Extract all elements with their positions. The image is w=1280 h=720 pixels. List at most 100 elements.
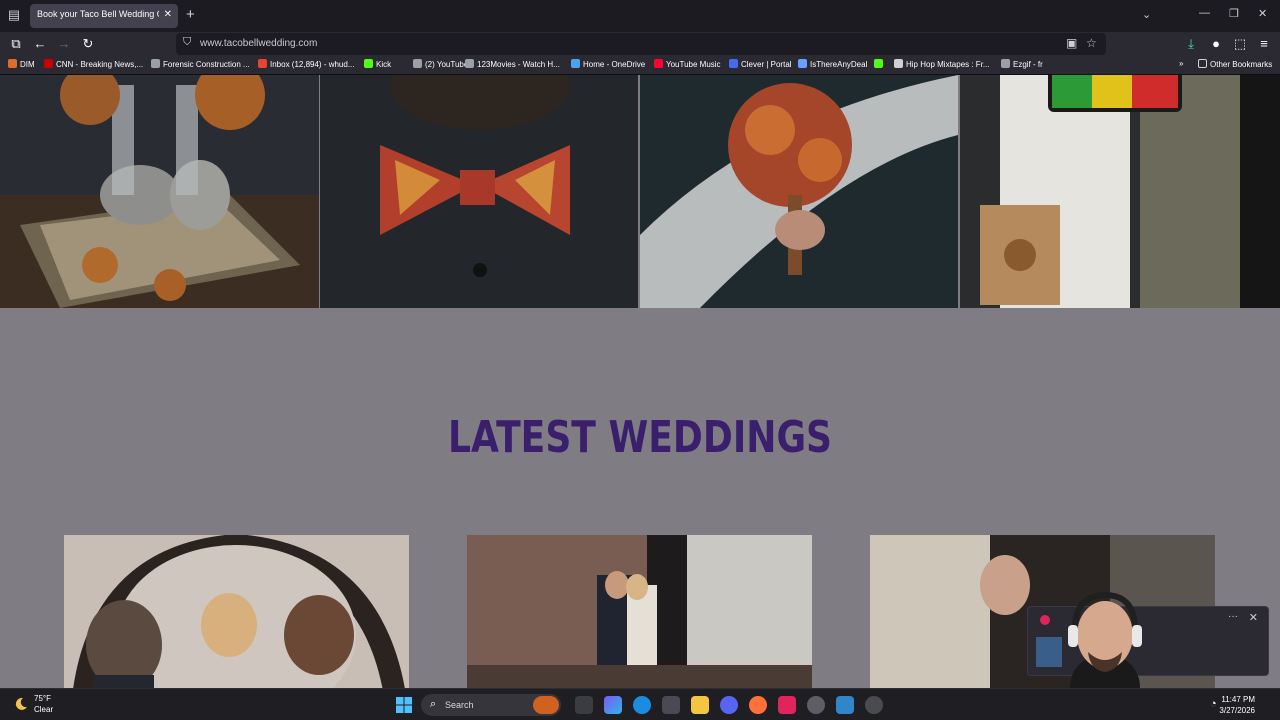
bookmark-favicon-icon: [894, 59, 903, 68]
clock-time[interactable]: 11:47 PM: [1221, 695, 1255, 704]
bookmark-item[interactable]: Ezgif - fr: [1001, 59, 1043, 69]
close-window-icon[interactable]: ✕: [1258, 7, 1267, 20]
bookmark-favicon-icon: [8, 59, 17, 68]
folder-icon: [1198, 59, 1207, 68]
photo-bow-tie: [320, 75, 638, 308]
webcam-feed: [1068, 591, 1142, 688]
taskbar-search[interactable]: ⌕ Search: [421, 694, 561, 716]
bookmark-label: 123Movies - Watch H...: [477, 60, 560, 69]
reload-icon[interactable]: ↻: [80, 36, 96, 52]
bookmark-item[interactable]: [874, 59, 886, 69]
section-title: LATEST WEDDINGS: [447, 412, 833, 463]
bookmark-label: Clever | Portal: [741, 60, 792, 69]
tab-title: Book your Taco Bell Wedding Online: [37, 9, 159, 19]
navigation-bar: ⧉ ← → ↻ ⛉ www.tacobellwedding.com ▣ ☆ ⤓ …: [0, 32, 1280, 56]
task-view-icon[interactable]: [575, 696, 593, 714]
bookmark-label: (2) YouTube: [425, 60, 469, 69]
search-icon: ⌕: [430, 698, 437, 710]
bookmark-label: Hip Hop Mixtapes : Fr...: [906, 60, 990, 69]
weather-condition[interactable]: Clear: [34, 705, 53, 714]
bookmark-item[interactable]: Clever | Portal: [729, 59, 792, 69]
photo-bouquet: [640, 75, 958, 308]
bookmark-label: Ezgif - fr: [1013, 60, 1043, 69]
bookmark-favicon-icon: [874, 59, 883, 68]
other-bookmarks[interactable]: Other Bookmarks: [1198, 59, 1272, 69]
restore-icon[interactable]: ❐: [1229, 7, 1239, 20]
settings-gear-icon[interactable]: [807, 696, 825, 714]
bookmark-favicon-icon: [1001, 59, 1010, 68]
photos-icon[interactable]: [836, 696, 854, 714]
url-text[interactable]: www.tacobellwedding.com: [200, 38, 317, 49]
account-icon[interactable]: ●: [1208, 36, 1224, 52]
bookmark-star-icon[interactable]: ☆: [1086, 36, 1097, 50]
bookmark-favicon-icon: [798, 59, 807, 68]
back-icon[interactable]: ←: [32, 36, 48, 52]
media-app-icon[interactable]: [778, 696, 796, 714]
shield-icon[interactable]: ⛉: [183, 36, 191, 49]
copilot-icon[interactable]: [604, 696, 622, 714]
bookmark-favicon-icon: [364, 59, 373, 68]
wedding-card-2[interactable]: [467, 535, 812, 688]
bookmark-item[interactable]: CNN - Breaking News,...: [44, 59, 143, 69]
sidebar-icon[interactable]: ⧉: [8, 36, 24, 52]
bookmark-item[interactable]: Hip Hop Mixtapes : Fr...: [894, 59, 990, 69]
bookmark-label: Home - OneDrive: [583, 60, 646, 69]
bookmark-favicon-icon: [258, 59, 267, 68]
bookmark-item[interactable]: Home - OneDrive: [571, 59, 645, 69]
bookmark-item[interactable]: IsThereAnyDeal: [798, 59, 867, 69]
active-tab[interactable]: Book your Taco Bell Wedding Online ✕: [30, 4, 178, 28]
bookmark-item[interactable]: Kick: [364, 59, 391, 69]
search-highlight-icon: [533, 696, 559, 714]
more-options-icon[interactable]: ···: [1228, 611, 1238, 622]
bookmark-favicon-icon: [571, 59, 580, 68]
bookmark-item[interactable]: DIM: [8, 59, 35, 69]
downloads-icon[interactable]: ⤓: [1183, 36, 1199, 52]
bookmark-label: Inbox (12,894) - whud...: [270, 60, 355, 69]
url-bar[interactable]: ⛉ www.tacobellwedding.com ▣ ☆: [176, 33, 1106, 55]
edge-icon[interactable]: [633, 696, 651, 714]
bookmark-label: IsThereAnyDeal: [810, 60, 868, 69]
extensions-icon[interactable]: ⬚: [1232, 36, 1248, 52]
bookmark-label: DIM: [20, 60, 35, 69]
reader-view-icon[interactable]: ▣: [1066, 36, 1077, 50]
more-bookmarks-icon[interactable]: »: [1179, 59, 1183, 68]
forward-icon[interactable]: →: [56, 36, 72, 52]
weather-temp[interactable]: 75°F: [34, 694, 51, 703]
wedding-card-1[interactable]: [64, 535, 409, 688]
tab-list-icon[interactable]: ▤: [6, 7, 22, 23]
menu-icon[interactable]: ≡: [1256, 36, 1272, 52]
bookmark-label: YouTube Music: [666, 60, 721, 69]
file-explorer-icon[interactable]: [691, 696, 709, 714]
tab-close-icon[interactable]: ✕: [164, 9, 172, 20]
bookmark-favicon-icon: [44, 59, 53, 68]
bookmark-favicon-icon: [465, 59, 474, 68]
discord-icon[interactable]: [720, 696, 738, 714]
windows-start-icon[interactable]: [396, 697, 412, 713]
wifi-icon[interactable]: ◔: [1210, 698, 1217, 710]
new-tab-icon[interactable]: +: [186, 6, 195, 23]
bookmark-label: CNN - Breaking News,...: [56, 60, 144, 69]
booked-overlay: [1048, 75, 1182, 112]
taskbar: 75°F Clear ⌕ Search ◔ 11:47 PM 3/27/2026: [0, 688, 1280, 720]
bookmark-favicon-icon: [729, 59, 738, 68]
bookmark-item[interactable]: YouTube Music: [654, 59, 721, 69]
bookmark-item[interactable]: Inbox (12,894) - whud...: [258, 59, 355, 69]
moon-icon[interactable]: [13, 696, 29, 712]
chevron-down-icon[interactable]: ⌄: [1142, 8, 1151, 21]
bookmark-label: Forensic Construction ...: [163, 60, 250, 69]
other-bookmarks-label: Other Bookmarks: [1210, 60, 1273, 69]
toast-close-icon[interactable]: ✕: [1249, 611, 1258, 624]
steam-icon[interactable]: [865, 696, 883, 714]
bookmark-favicon-icon: [151, 59, 160, 68]
photo-champagne-glasses: [0, 75, 319, 308]
bookmark-label: Kick: [376, 60, 392, 69]
clock-date[interactable]: 3/27/2026: [1219, 706, 1255, 715]
bookmark-item[interactable]: (2) YouTube: [413, 59, 468, 69]
bookmark-item[interactable]: 123Movies - Watch H...: [465, 59, 560, 69]
firefox-icon[interactable]: [749, 696, 767, 714]
minimize-icon[interactable]: —: [1199, 7, 1210, 19]
store-icon[interactable]: [662, 696, 680, 714]
bookmark-item[interactable]: Forensic Construction ...: [151, 59, 250, 69]
tab-bar: ▤ Book your Taco Bell Wedding Online ✕ +…: [0, 0, 1280, 32]
bookmark-favicon-icon: [413, 59, 422, 68]
